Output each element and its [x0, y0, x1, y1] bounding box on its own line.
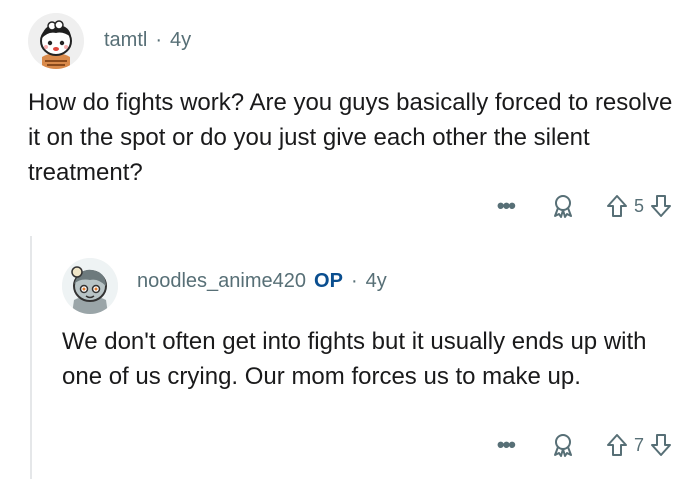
- comment-body: We don't often get into fights but it us…: [62, 328, 647, 390]
- username-link[interactable]: tamtl: [104, 29, 147, 52]
- reply-comment: noodles_anime420 OP · 4y We don't often …: [0, 240, 700, 479]
- more-options-icon[interactable]: •••: [497, 434, 516, 456]
- meta-separator: ·: [350, 270, 358, 292]
- comment-actions: ••• 5: [497, 193, 672, 219]
- upvote-arrow-icon[interactable]: [606, 433, 628, 457]
- award-icon[interactable]: [550, 193, 576, 219]
- comment-actions: ••• 7: [497, 432, 672, 458]
- avatar[interactable]: [28, 13, 84, 69]
- upvote-arrow-icon[interactable]: [606, 194, 628, 218]
- username-link[interactable]: noodles_anime420: [137, 270, 306, 293]
- avatar-illustration: [28, 13, 84, 69]
- vote-count: 7: [633, 434, 644, 455]
- avatar[interactable]: [62, 258, 118, 314]
- op-badge: OP: [314, 270, 343, 292]
- more-options-icon[interactable]: •••: [497, 195, 516, 217]
- comment-age[interactable]: 4y: [170, 29, 191, 52]
- downvote-arrow-icon[interactable]: [650, 194, 672, 218]
- comment-age[interactable]: 4y: [366, 270, 387, 293]
- downvote-arrow-icon[interactable]: [650, 433, 672, 457]
- comment-body: How do fights work? Are you guys basical…: [28, 89, 673, 186]
- comment-meta: tamtl · 4y: [104, 29, 191, 52]
- vote-count: 5: [633, 195, 644, 216]
- comment-meta: noodles_anime420 OP · 4y: [137, 270, 387, 293]
- award-icon[interactable]: [550, 432, 576, 458]
- meta-separator: ·: [155, 29, 163, 51]
- comment: tamtl · 4y How do fights work? Are you g…: [0, 0, 700, 240]
- avatar-illustration: [62, 258, 118, 314]
